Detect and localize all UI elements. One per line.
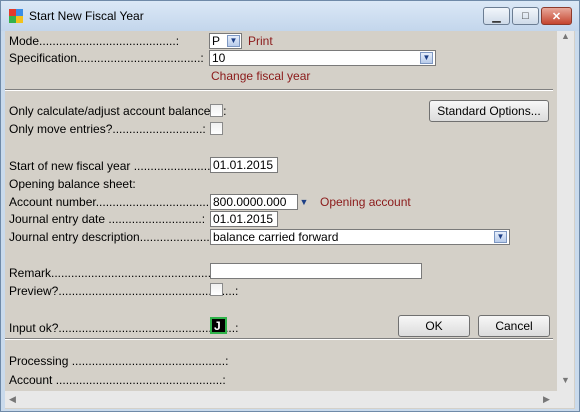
specification-label: Specification...........................… xyxy=(9,51,204,65)
mode-select[interactable]: P ▼ xyxy=(209,33,242,49)
account-number-input[interactable]: 800.0000.000 xyxy=(210,194,298,210)
title-bar[interactable]: Start New Fiscal Year ▁ □ ✕ xyxy=(1,1,579,31)
chevron-down-icon[interactable]: ▼ xyxy=(420,52,433,64)
account-label: Account ................................… xyxy=(9,373,226,387)
chevron-down-icon[interactable]: ▼ xyxy=(227,35,240,47)
resize-grip[interactable] xyxy=(557,391,574,408)
account-number-label: Account number..........................… xyxy=(9,195,223,209)
app-icon xyxy=(9,9,23,23)
close-button[interactable]: ✕ xyxy=(541,7,572,25)
remark-label: Remark..................................… xyxy=(9,266,225,280)
maximize-icon: □ xyxy=(522,10,529,22)
close-icon: ✕ xyxy=(551,10,562,23)
window-title: Start New Fiscal Year xyxy=(29,9,144,23)
input-ok-label: Input ok?...............................… xyxy=(9,321,239,335)
mode-label: Mode....................................… xyxy=(9,34,180,48)
dialog-content: Mode....................................… xyxy=(5,31,575,409)
preview-checkbox[interactable] xyxy=(210,283,223,296)
only-calc-checkbox[interactable] xyxy=(210,104,223,117)
journal-date-input[interactable]: 01.01.2015 xyxy=(210,211,278,227)
journal-date-label: Journal entry date .....................… xyxy=(9,212,206,226)
scroll-right-icon[interactable]: ▶ xyxy=(543,394,550,405)
divider xyxy=(5,338,553,340)
input-ok-field[interactable]: J xyxy=(210,317,227,334)
account-number-hint: Opening account xyxy=(320,195,411,209)
cancel-button[interactable]: Cancel xyxy=(478,315,550,337)
remark-input[interactable] xyxy=(210,263,422,279)
start-fy-label: Start of new fiscal year ...............… xyxy=(9,159,221,173)
only-move-checkbox[interactable] xyxy=(210,122,223,135)
vertical-scrollbar[interactable]: ▲ ▼ xyxy=(557,31,574,391)
only-move-label: Only move entries?......................… xyxy=(9,122,206,136)
divider xyxy=(5,89,553,91)
only-calc-label: Only calculate/adjust account balances?: xyxy=(9,104,227,118)
dialog-window: Start New Fiscal Year ▁ □ ✕ Mode........… xyxy=(0,0,580,412)
minimize-icon: ▁ xyxy=(492,10,501,23)
preview-label: Preview?................................… xyxy=(9,284,239,298)
journal-desc-select[interactable]: balance carried forward ▼ xyxy=(210,229,510,245)
minimize-button[interactable]: ▁ xyxy=(483,7,510,25)
opening-balance-heading: Opening balance sheet: xyxy=(9,177,136,191)
standard-options-button[interactable]: Standard Options... xyxy=(429,100,549,122)
scroll-up-icon[interactable]: ▲ xyxy=(561,31,570,41)
journal-desc-label: Journal entry description...............… xyxy=(9,230,217,244)
chevron-down-icon[interactable]: ▼ xyxy=(297,196,311,208)
mode-hint: Print xyxy=(248,34,273,48)
start-fy-input[interactable]: 01.01.2015 xyxy=(210,157,278,173)
chevron-down-icon[interactable]: ▼ xyxy=(494,231,507,243)
processing-label: Processing .............................… xyxy=(9,354,229,368)
horizontal-scrollbar[interactable]: ◀ ▶ xyxy=(5,391,557,408)
specification-hint: Change fiscal year xyxy=(211,69,311,83)
scroll-down-icon[interactable]: ▼ xyxy=(561,375,570,385)
maximize-button[interactable]: □ xyxy=(512,7,539,25)
scroll-left-icon[interactable]: ◀ xyxy=(9,394,16,405)
specification-select[interactable]: 10 ▼ xyxy=(209,50,436,66)
ok-button[interactable]: OK xyxy=(398,315,470,337)
